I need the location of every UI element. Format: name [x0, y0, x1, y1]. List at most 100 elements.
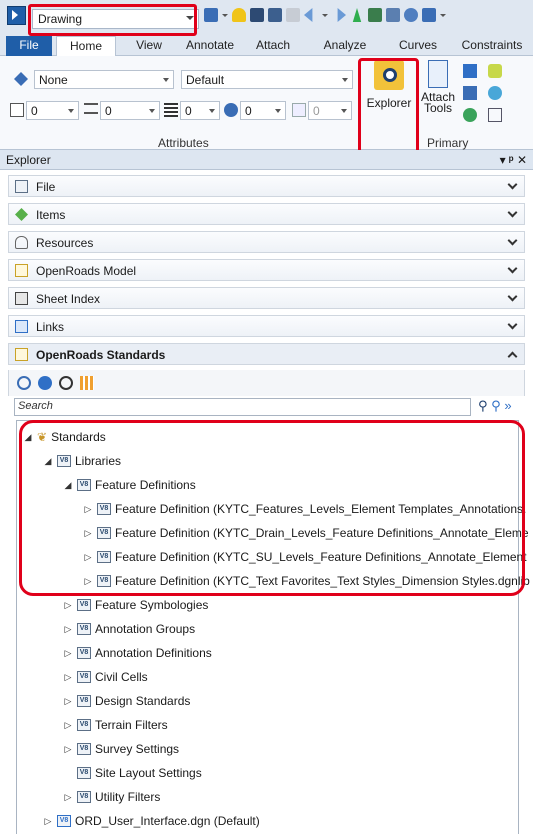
tab-attach[interactable]: Attach	[250, 36, 296, 56]
expand-icon[interactable]: »	[504, 398, 511, 413]
section-label: Items	[36, 208, 66, 222]
tab-curves[interactable]: Curves	[393, 36, 443, 56]
expand-icon[interactable]: ▷	[63, 672, 73, 683]
tab-constraints[interactable]: Constraints	[456, 36, 528, 56]
section-file[interactable]: File	[8, 175, 525, 197]
element-template-select[interactable]: Default	[181, 70, 353, 89]
grid-view-icon[interactable]	[80, 376, 94, 390]
tree-node-library[interactable]: ▷ V8 Annotation Groups	[63, 619, 196, 639]
color-value: 0	[31, 104, 38, 118]
expand-icon[interactable]: ▷	[63, 696, 73, 707]
models-icon[interactable]	[404, 8, 418, 22]
search-input[interactable]: Search	[14, 398, 471, 416]
sheet-index-icon	[15, 292, 28, 305]
color-select[interactable]: 0	[26, 101, 79, 120]
element-selection-icon[interactable]	[352, 8, 362, 22]
section-items[interactable]: Items	[8, 203, 525, 225]
search-icon[interactable]: ⚲	[478, 398, 488, 413]
models-attach-icon[interactable]	[463, 86, 477, 100]
chevron-up-icon	[507, 351, 518, 362]
expand-icon[interactable]: ▷	[63, 624, 73, 635]
attach-tools-label: Attach Tools	[418, 91, 458, 114]
expand-icon[interactable]: ▷	[63, 648, 73, 659]
template-value: Default	[186, 73, 225, 87]
refresh-icon[interactable]	[17, 376, 31, 390]
tree-node-library[interactable]: ▷ V8 Feature Symbologies	[63, 595, 209, 615]
app-logo-icon[interactable]	[7, 6, 26, 25]
expand-icon[interactable]: ▷	[63, 600, 73, 611]
undo-icon[interactable]	[304, 8, 313, 22]
tree-node-library[interactable]: ▷ V8 Design Standards	[63, 691, 191, 711]
transparency-select[interactable]: 0	[240, 101, 286, 120]
reality-mesh-icon[interactable]	[463, 108, 477, 122]
tree-node-library[interactable]: ▷ V8 Terrain Filters	[63, 715, 168, 735]
globe-icon[interactable]	[38, 376, 52, 390]
customize-dropdown-icon[interactable]	[440, 8, 446, 22]
database-icon	[15, 236, 28, 249]
section-links[interactable]: Links	[8, 315, 525, 337]
v8-icon: V8	[77, 671, 91, 683]
v8-icon: V8	[77, 719, 91, 731]
print-icon[interactable]	[368, 8, 382, 22]
tree-node-library[interactable]: V8 Site Layout Settings	[63, 763, 202, 783]
search-options-icon[interactable]: ⚲	[491, 398, 501, 413]
view-icon[interactable]	[422, 8, 436, 22]
section-label: OpenRoads Model	[36, 264, 137, 278]
expand-icon[interactable]: ▷	[63, 744, 73, 755]
display-icon[interactable]	[386, 8, 400, 22]
v8-icon: V8	[77, 791, 91, 803]
line-weight-select[interactable]: 0	[180, 101, 220, 120]
v8-icon: V8	[77, 623, 91, 635]
v8-icon: V8	[77, 647, 91, 659]
tab-file[interactable]: File	[6, 36, 52, 56]
point-cloud-icon[interactable]	[488, 86, 502, 100]
workflow-highlight	[28, 4, 197, 36]
chevron-down-icon[interactable]	[322, 8, 328, 22]
level-select[interactable]: None	[34, 70, 174, 89]
chevron-down-icon	[342, 78, 348, 82]
raster-icon[interactable]	[488, 64, 502, 78]
tab-home[interactable]: Home	[56, 36, 116, 57]
links-icon	[15, 320, 28, 333]
tree-label: Annotation Definitions	[95, 646, 212, 660]
tree-node-library[interactable]: ▷ V8 Civil Cells	[63, 667, 148, 687]
v8-icon[interactable]	[204, 8, 218, 22]
line-weight-icon	[164, 103, 178, 117]
tree-node-library[interactable]: ▷ V8 Survey Settings	[63, 739, 180, 759]
open-folder-icon[interactable]	[232, 8, 246, 22]
section-openroads-model[interactable]: OpenRoads Model	[8, 259, 525, 281]
panel-controls[interactable]: ▾ ᵖ ✕	[500, 153, 527, 167]
tab-analyze[interactable]: Analyze	[318, 36, 372, 56]
section-resources[interactable]: Resources	[8, 231, 525, 253]
group-attributes-label: Attributes	[158, 136, 209, 150]
attach-tools-button[interactable]: Attach Tools	[418, 60, 458, 114]
zoom-icon[interactable]	[59, 376, 73, 390]
chevron-down-icon[interactable]	[222, 8, 228, 22]
explorer-highlight	[358, 58, 419, 154]
grid-icon[interactable]	[488, 108, 502, 122]
save-settings-icon[interactable]	[268, 8, 282, 22]
tab-view[interactable]: View	[127, 36, 171, 56]
compress-icon[interactable]	[286, 8, 300, 22]
tree-node-library[interactable]: ▷ V8 Utility Filters	[63, 787, 161, 807]
section-sheet-index[interactable]: Sheet Index	[8, 287, 525, 309]
v8-icon: V8	[57, 815, 71, 827]
redo-icon[interactable]	[337, 8, 346, 22]
tab-annotate[interactable]: Annotate	[178, 36, 242, 56]
expand-icon[interactable]: ▷	[63, 720, 73, 731]
expand-icon[interactable]: ▷	[43, 816, 53, 827]
tree-node-library[interactable]: ▷ V8 Annotation Definitions	[63, 643, 212, 663]
items-icon	[15, 208, 28, 221]
feature-definitions-highlight	[19, 420, 525, 596]
line-style-select[interactable]: 0	[100, 101, 160, 120]
tree-label: Annotation Groups	[95, 622, 196, 636]
reference-icon[interactable]	[463, 64, 477, 78]
expand-icon[interactable]: ▷	[63, 792, 73, 803]
save-icon[interactable]	[250, 8, 264, 22]
tree-node-file[interactable]: ▷ V8 ORD_User_Interface.dgn (Default)	[43, 811, 260, 831]
section-openroads-standards[interactable]: OpenRoads Standards	[8, 343, 525, 365]
chevron-down-icon	[341, 109, 347, 113]
explorer-panel-header: Explorer ▾ ᵖ ✕	[0, 150, 533, 170]
priority-select[interactable]: 0	[308, 101, 352, 120]
line-style-value: 0	[105, 104, 112, 118]
